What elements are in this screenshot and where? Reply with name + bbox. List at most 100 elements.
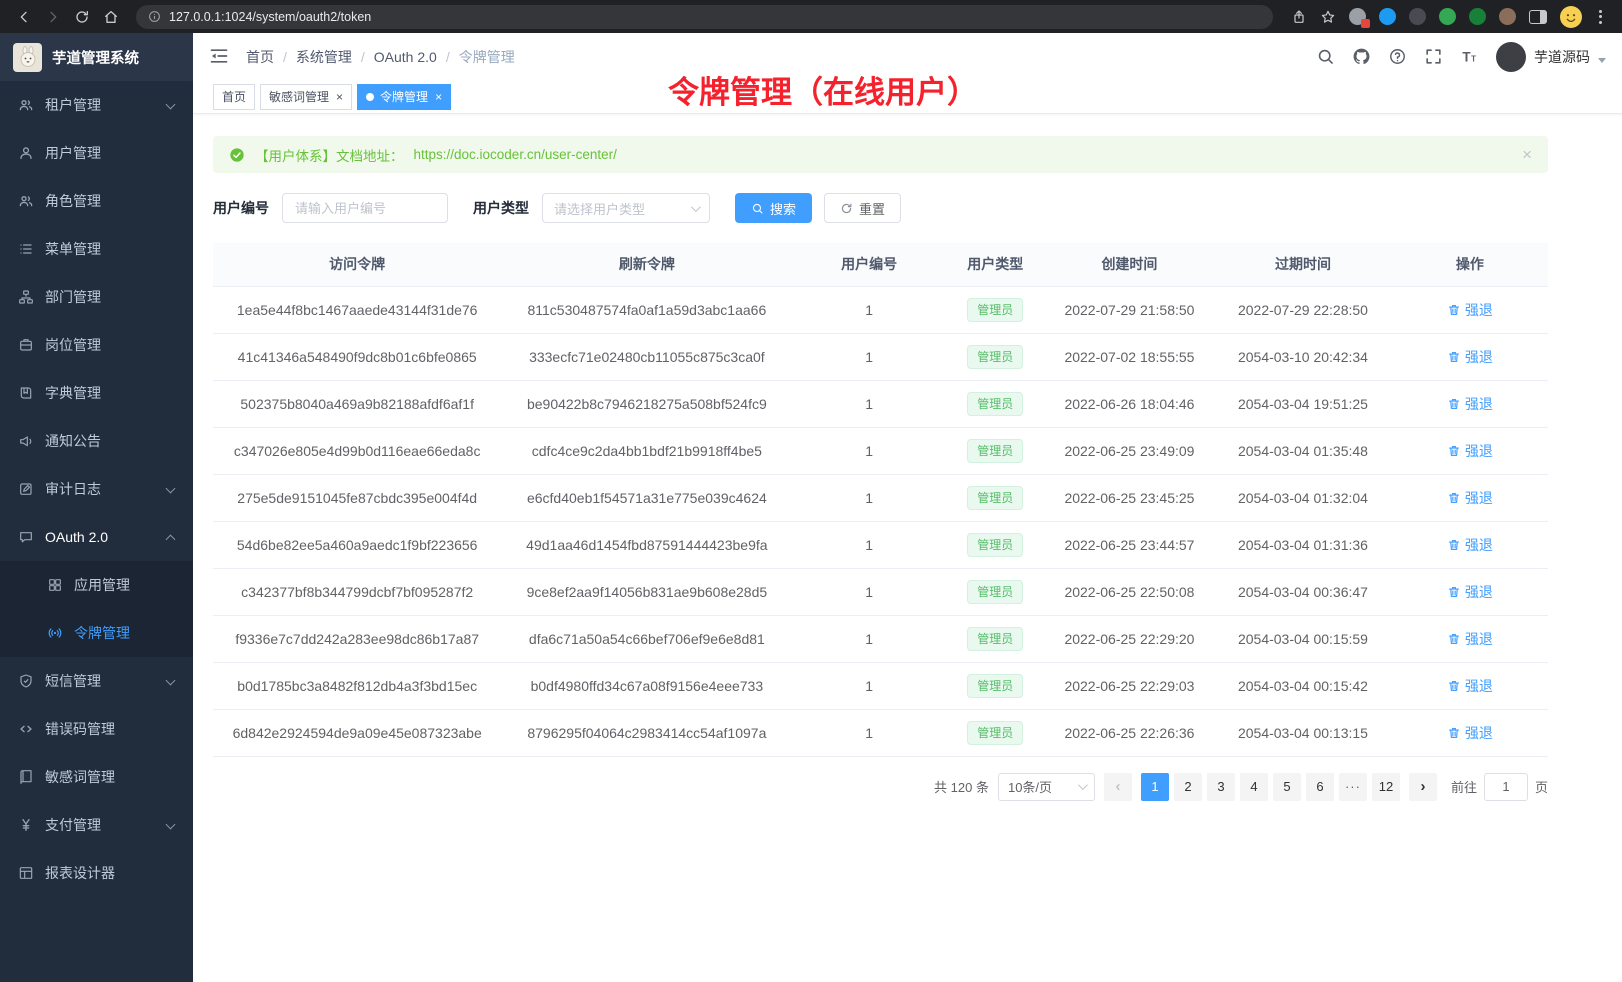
force-logout-button[interactable]: 强退: [1447, 629, 1493, 649]
sidebar-item-15[interactable]: 敏感词管理: [0, 753, 193, 801]
tag-close-icon[interactable]: ×: [336, 91, 343, 103]
force-logout-button[interactable]: 强退: [1447, 488, 1493, 508]
sidebar-item-6[interactable]: 岗位管理: [0, 321, 193, 369]
pagination-page-5[interactable]: 5: [1273, 773, 1301, 801]
pagination-more-button[interactable]: ···: [1339, 773, 1367, 801]
browser-reload-button[interactable]: [68, 3, 95, 30]
force-logout-button[interactable]: 强退: [1447, 394, 1493, 414]
user-menu[interactable]: 芋道源码: [1496, 42, 1606, 72]
sidebar-item-1[interactable]: 租户管理: [0, 81, 193, 129]
sidebar-item-label: OAuth 2.0: [45, 529, 108, 545]
goto-page: 前往 页: [1451, 773, 1548, 801]
pinned-extension-icon-5[interactable]: [1469, 8, 1486, 25]
tag-首页[interactable]: 首页: [213, 84, 255, 110]
user-id-cell: 1: [792, 615, 946, 662]
tag-close-icon[interactable]: ×: [435, 91, 442, 103]
user-type-badge: 管理员: [967, 486, 1023, 510]
breadcrumb-item[interactable]: 首页: [246, 47, 274, 67]
sidebar-toggle-icon[interactable]: [1529, 10, 1547, 24]
sidebar-item-9[interactable]: 审计日志: [0, 465, 193, 513]
pagination-page-6[interactable]: 6: [1306, 773, 1334, 801]
bookmark-star-icon[interactable]: [1314, 3, 1341, 30]
breadcrumb-item[interactable]: OAuth 2.0: [374, 49, 437, 65]
goto-page-input[interactable]: [1484, 773, 1528, 801]
force-logout-button[interactable]: 强退: [1447, 582, 1493, 602]
refresh-token-cell: e6cfd40eb1f54571a31e775e039c4624: [501, 474, 792, 521]
user-id-input[interactable]: [282, 193, 448, 223]
sidebar-item-2[interactable]: 用户管理: [0, 129, 193, 177]
alert-close-icon[interactable]: ×: [1522, 146, 1532, 163]
pagination-page-4[interactable]: 4: [1240, 773, 1268, 801]
pagination-page-2[interactable]: 2: [1174, 773, 1202, 801]
sms-shield-icon: [18, 673, 34, 689]
github-icon[interactable]: [1352, 47, 1371, 66]
sidebar-fold-icon[interactable]: [209, 46, 231, 68]
tag-敏感词管理[interactable]: 敏感词管理×: [260, 84, 352, 110]
sidebar-item-16[interactable]: 支付管理: [0, 801, 193, 849]
doc-link[interactable]: https://doc.iocoder.cn/user-center/: [414, 147, 617, 162]
sidebar-item-5[interactable]: 部门管理: [0, 273, 193, 321]
pinned-extension-icon-6[interactable]: [1499, 8, 1516, 25]
sidebar-item-8[interactable]: 通知公告: [0, 417, 193, 465]
page-size-select[interactable]: 10条/页: [998, 773, 1095, 801]
tag-令牌管理[interactable]: 令牌管理×: [357, 84, 451, 110]
sidebar-item-10[interactable]: OAuth 2.0: [0, 513, 193, 561]
address-bar[interactable]: 127.0.0.1:1024/system/oauth2/token: [136, 5, 1273, 29]
created-time-cell: 2022-06-25 22:50:08: [1045, 568, 1215, 615]
browser-home-button[interactable]: [97, 3, 124, 30]
help-icon[interactable]: [1388, 47, 1407, 66]
user-id-cell: 1: [792, 709, 946, 756]
browser-forward-button[interactable]: [39, 3, 66, 30]
created-time-cell: 2022-06-25 22:29:03: [1045, 662, 1215, 709]
sidebar-item-7[interactable]: 字典管理: [0, 369, 193, 417]
browser-menu-icon[interactable]: [1595, 6, 1606, 28]
pagination-page-1[interactable]: 1: [1141, 773, 1169, 801]
extension-badge: [1361, 19, 1370, 28]
page-content: 【用户体系】文档地址： https://doc.iocoder.cn/user-…: [193, 114, 1622, 982]
reset-button[interactable]: 重置: [824, 193, 901, 223]
force-logout-button[interactable]: 强退: [1447, 535, 1493, 555]
browser-back-button[interactable]: [10, 3, 37, 30]
sidebar-item-3[interactable]: 角色管理: [0, 177, 193, 225]
breadcrumb-item[interactable]: 系统管理: [296, 47, 352, 67]
pagination-page-3[interactable]: 3: [1207, 773, 1235, 801]
pagination-page-12[interactable]: 12: [1372, 773, 1400, 801]
force-logout-button[interactable]: 强退: [1447, 723, 1493, 743]
table-row: c342377bf8b344799dcbf7bf095287f29ce8ef2a…: [213, 568, 1548, 615]
share-icon[interactable]: [1285, 3, 1312, 30]
pinned-extension-icon-3[interactable]: [1409, 8, 1426, 25]
font-size-icon[interactable]: [1460, 47, 1479, 66]
force-logout-button[interactable]: 强退: [1447, 676, 1493, 696]
access-token-cell: c342377bf8b344799dcbf7bf095287f2: [213, 568, 501, 615]
main-area: 首页/系统管理/OAuth 2.0/令牌管理 芋道源码 首页敏感词管理×令牌管理…: [193, 33, 1622, 982]
fullscreen-icon[interactable]: [1424, 47, 1443, 66]
pinned-extension-icon-4[interactable]: [1439, 8, 1456, 25]
user-icon: [18, 145, 34, 161]
sidebar-item-11[interactable]: 应用管理: [0, 561, 193, 609]
force-logout-button[interactable]: 强退: [1447, 300, 1493, 320]
sidebar-item-12[interactable]: 令牌管理: [0, 609, 193, 657]
sidebar-item-14[interactable]: 错误码管理: [0, 705, 193, 753]
force-logout-button[interactable]: 强退: [1447, 441, 1493, 461]
expire-time-cell: 2054-03-04 00:36:47: [1214, 568, 1392, 615]
next-page-button[interactable]: ›: [1409, 773, 1437, 801]
site-info-icon[interactable]: [148, 10, 161, 23]
search-button[interactable]: 搜索: [735, 193, 812, 223]
app-logo[interactable]: 芋道管理系统: [0, 33, 193, 81]
pinned-extension-icon-1[interactable]: [1349, 8, 1366, 25]
refresh-token-cell: 9ce8ef2aa9f14056b831ae9b608e28d5: [501, 568, 792, 615]
column-header: 访问令牌: [213, 243, 501, 286]
pinned-extension-icon-2[interactable]: [1379, 8, 1396, 25]
filter-form: 用户编号 用户类型 请选择用户类型 搜索 重置: [213, 193, 1548, 223]
sidebar-item-13[interactable]: 短信管理: [0, 657, 193, 705]
search-icon[interactable]: [1316, 47, 1335, 66]
force-logout-button[interactable]: 强退: [1447, 347, 1493, 367]
browser-profile-avatar[interactable]: [1560, 6, 1582, 28]
sidebar-item-17[interactable]: 报表设计器: [0, 849, 193, 897]
sidebar-item-label: 短信管理: [45, 671, 101, 691]
sidebar-item-label: 岗位管理: [45, 335, 101, 355]
access-token-cell: f9336e7c7dd242a283ee98dc86b17a87: [213, 615, 501, 662]
user-type-select[interactable]: 请选择用户类型: [542, 193, 710, 223]
prev-page-button[interactable]: ‹: [1104, 773, 1132, 801]
sidebar-item-4[interactable]: 菜单管理: [0, 225, 193, 273]
